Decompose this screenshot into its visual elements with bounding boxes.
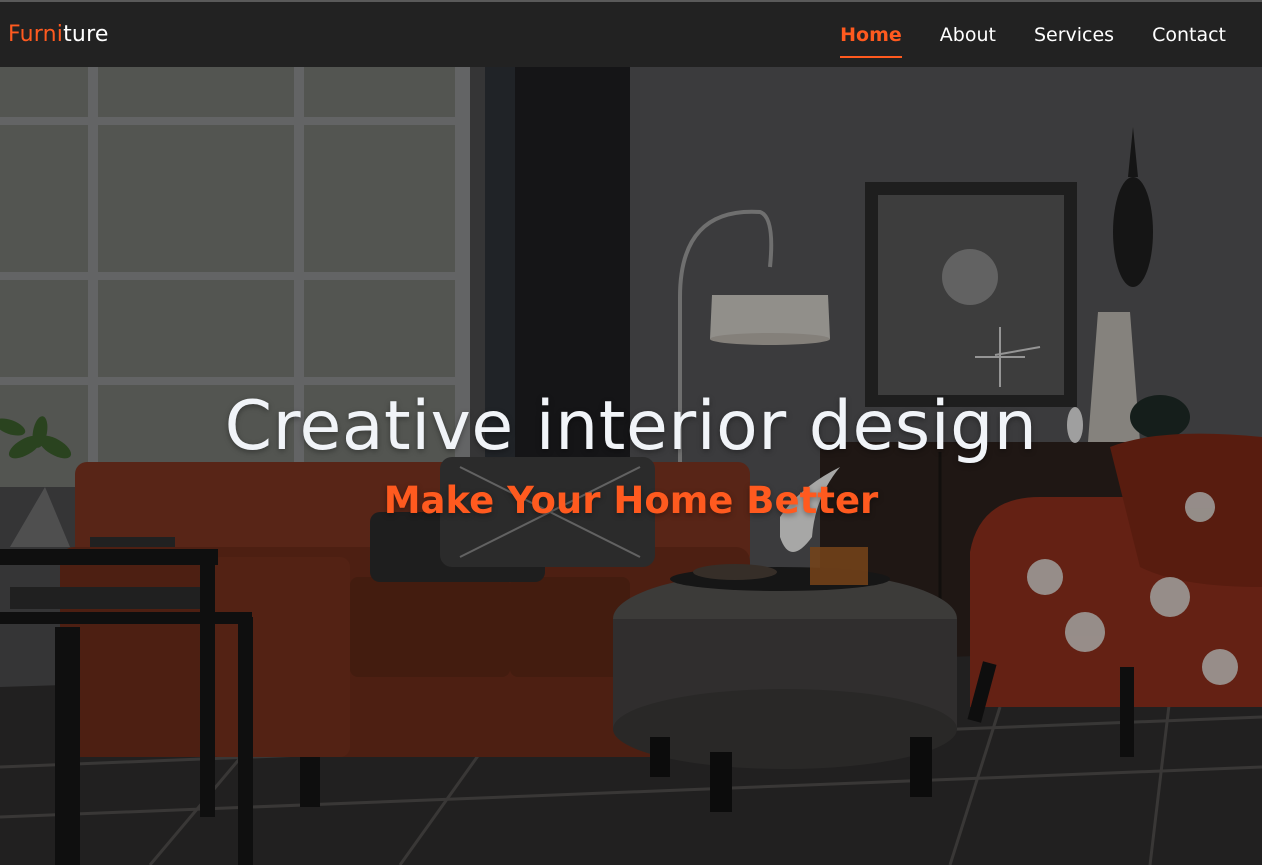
nav-link-contact[interactable]: Contact xyxy=(1152,24,1226,52)
hero-subtitle: Make Your Home Better xyxy=(383,479,879,522)
brand-logo-rest: ture xyxy=(63,22,109,47)
nav-link-about[interactable]: About xyxy=(940,24,996,52)
hero-section: Creative interior design Make Your Home … xyxy=(0,67,1262,865)
hero-dark-overlay xyxy=(0,67,1262,865)
nav-link-services[interactable]: Services xyxy=(1034,24,1114,52)
brand-logo-accent: Furni xyxy=(8,22,64,47)
hero-title: Creative interior design xyxy=(224,387,1038,466)
nav-menu: Home About Services Contact xyxy=(802,21,1226,58)
nav-link-home[interactable]: Home xyxy=(840,24,902,58)
brand-logo[interactable]: Furniture xyxy=(8,22,109,47)
navbar: Furniture Home About Services Contact xyxy=(0,2,1262,67)
